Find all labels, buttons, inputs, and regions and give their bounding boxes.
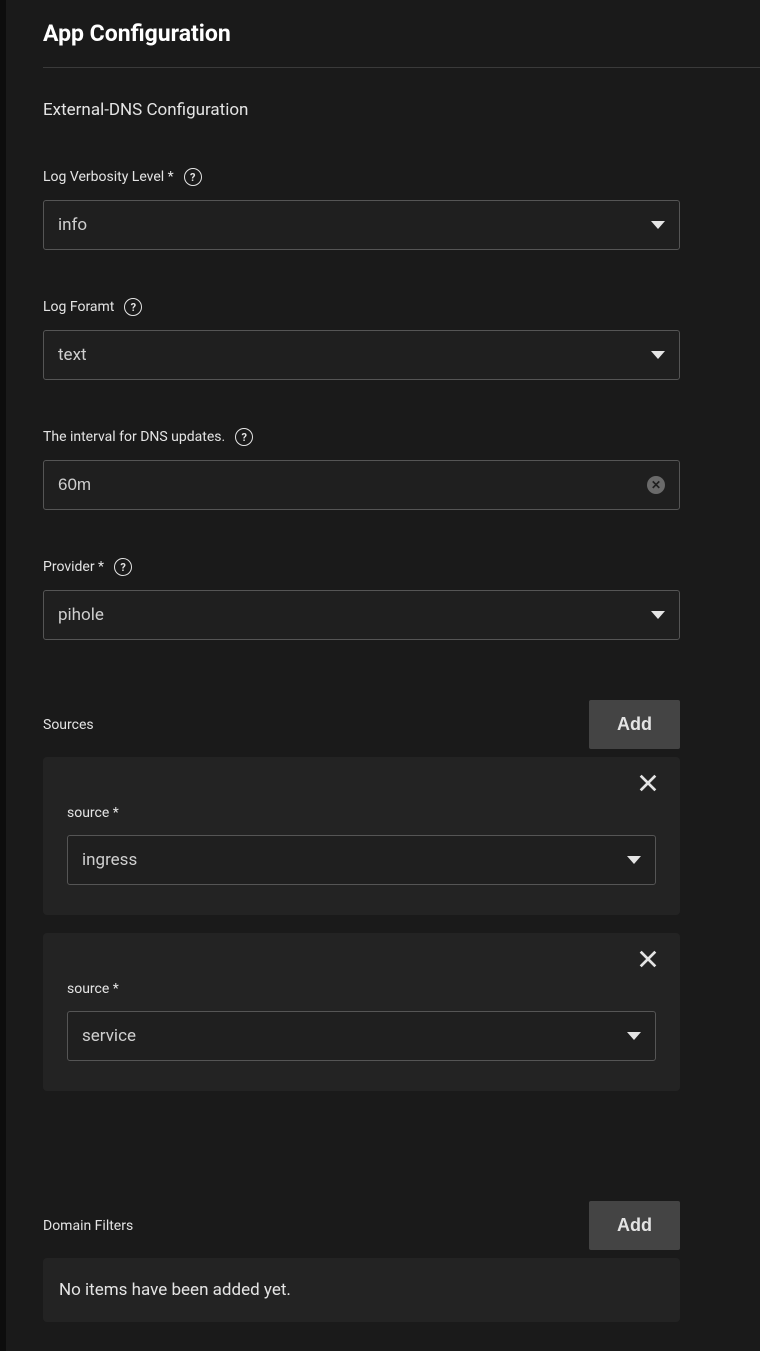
close-icon: ✕ (651, 479, 661, 491)
log-level-select[interactable]: info (43, 200, 680, 250)
field-label-row: Log Verbosity Level * ? (43, 168, 680, 186)
provider-select[interactable]: pihole (43, 590, 680, 640)
page-content: App Configuration External-DNS Configura… (0, 0, 760, 1322)
help-icon[interactable]: ? (235, 428, 253, 446)
close-icon (637, 772, 659, 794)
chevron-down-icon (627, 856, 641, 864)
interval-label: The interval for DNS updates. (43, 429, 225, 445)
domain-filters-header-row: Domain Filters Add (43, 1201, 760, 1250)
domain-filters-header-label: Domain Filters (43, 1218, 133, 1234)
chevron-down-icon (651, 351, 665, 359)
sources-header-label: Sources (43, 717, 94, 733)
field-provider: Provider * ? pihole (43, 558, 760, 640)
field-label-row: The interval for DNS updates. ? (43, 428, 680, 446)
source-card: source * service (43, 933, 680, 1091)
close-icon (637, 948, 659, 970)
help-icon[interactable]: ? (184, 168, 202, 186)
remove-source-button[interactable] (634, 769, 662, 797)
field-log-format: Log Foramt ? text (43, 298, 760, 380)
add-domain-filter-button[interactable]: Add (589, 1201, 680, 1250)
help-icon[interactable]: ? (114, 558, 132, 576)
source-select[interactable]: service (67, 1011, 656, 1061)
chevron-down-icon (651, 221, 665, 229)
log-format-value: text (58, 345, 651, 365)
clear-button[interactable]: ✕ (647, 476, 665, 494)
remove-source-button[interactable] (634, 945, 662, 973)
section-title: External-DNS Configuration (43, 100, 760, 120)
field-label-row: Provider * ? (43, 558, 680, 576)
sources-header-row: Sources Add (43, 700, 760, 749)
source-item-label: source * (67, 981, 656, 997)
log-level-label: Log Verbosity Level * (43, 169, 174, 185)
chevron-down-icon (627, 1032, 641, 1040)
help-icon[interactable]: ? (124, 298, 142, 316)
log-format-label: Log Foramt (43, 299, 114, 315)
log-level-value: info (58, 215, 651, 235)
interval-input[interactable] (58, 475, 647, 495)
provider-label: Provider * (43, 559, 104, 575)
source-item-label: source * (67, 805, 656, 821)
log-format-select[interactable]: text (43, 330, 680, 380)
source-value: service (82, 1026, 627, 1046)
domain-filters-empty-text: No items have been added yet. (59, 1280, 291, 1300)
field-log-level: Log Verbosity Level * ? info (43, 168, 760, 250)
source-value: ingress (82, 850, 627, 870)
source-select[interactable]: ingress (67, 835, 656, 885)
left-rail (0, 0, 6, 1351)
chevron-down-icon (651, 611, 665, 619)
field-interval: The interval for DNS updates. ? ✕ (43, 428, 760, 510)
provider-value: pihole (58, 605, 651, 625)
page-title: App Configuration (43, 20, 760, 68)
interval-input-wrapper: ✕ (43, 460, 680, 510)
domain-filters-empty-card: No items have been added yet. (43, 1258, 680, 1322)
field-label-row: Log Foramt ? (43, 298, 680, 316)
add-source-button[interactable]: Add (589, 700, 680, 749)
source-card: source * ingress (43, 757, 680, 915)
